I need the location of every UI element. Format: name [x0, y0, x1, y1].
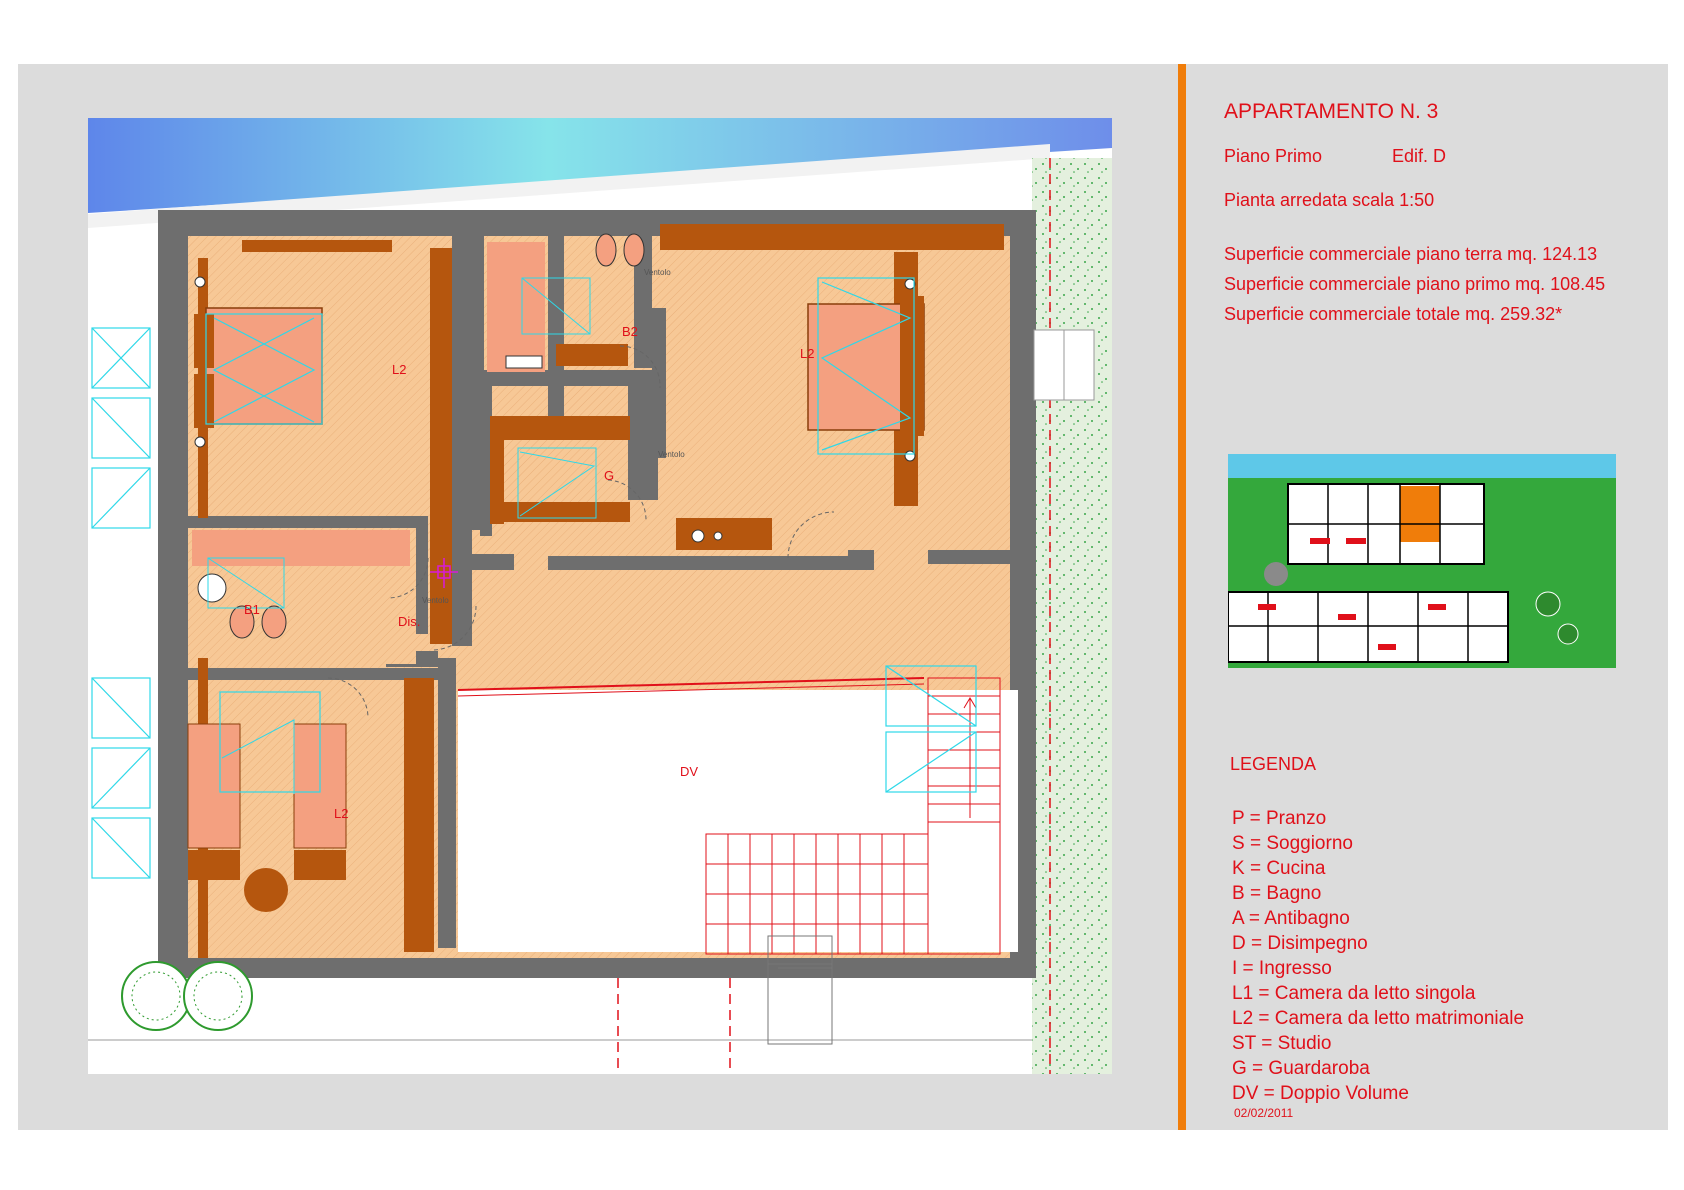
key-plan [1228, 454, 1616, 668]
room-label-double-volume: DV [680, 764, 699, 779]
vent-label: Ventolo [422, 596, 449, 605]
garden-strip [1032, 158, 1112, 1074]
legend-item: B = Bagno [1232, 883, 1322, 904]
legend-item: L1 = Camera da letto singola [1232, 983, 1476, 1004]
legend-item: S = Soggiorno [1232, 833, 1353, 854]
room-label-bedroom-ne: L2 [800, 346, 815, 361]
floor-label: Piano Primo [1224, 146, 1323, 166]
legend-item: A = Antibagno [1232, 908, 1350, 929]
vent-label: Ventolo [644, 268, 671, 277]
room-label-bath-2: B2 [622, 324, 638, 339]
double-volume [458, 690, 1018, 952]
room-label-bedroom-nw: L2 [392, 362, 407, 377]
room-label-bath-1: B1 [244, 602, 260, 617]
legend-item: DV = Doppio Volume [1232, 1083, 1409, 1104]
pool-band [88, 118, 1112, 213]
legend-item: D = Disimpegno [1232, 933, 1368, 954]
legend-item: L2 = Camera da letto matrimoniale [1232, 1008, 1525, 1029]
room-label-bedroom-sw: L2 [334, 806, 349, 821]
floor-plan: L2 L2 L2 B2 B1 G Dis. DV Ventolo Ventolo… [88, 118, 1112, 1074]
floor-plan-drawing [88, 118, 1112, 1074]
legend-item: G = Guardaroba [1232, 1058, 1370, 1079]
plan-scale-label: Pianta arredata scala 1:50 [1224, 190, 1435, 210]
legend-item: I = Ingresso [1232, 958, 1332, 979]
room-label-wardrobe: G [604, 468, 615, 483]
page-title: APPARTAMENTO N. 3 [1224, 100, 1439, 123]
surface-ground-floor: Superficie commerciale piano terra mq. 1… [1224, 244, 1598, 264]
legend-item: K = Cucina [1232, 858, 1326, 879]
surface-total: Superficie commerciale totale mq. 259.32… [1224, 304, 1563, 324]
building-label: Edif. D [1392, 146, 1447, 166]
orange-divider [1178, 64, 1186, 1130]
surface-first-floor: Superficie commerciale piano primo mq. 1… [1224, 274, 1606, 294]
room-label-hall: Dis. [398, 614, 421, 629]
legend-title: LEGENDA [1230, 754, 1317, 774]
legend-item: ST = Studio [1232, 1033, 1332, 1054]
drawing-date: 02/02/2011 [1234, 1106, 1294, 1120]
vent-label: Ventolo [658, 450, 685, 459]
legend-item: P = Pranzo [1232, 808, 1327, 829]
